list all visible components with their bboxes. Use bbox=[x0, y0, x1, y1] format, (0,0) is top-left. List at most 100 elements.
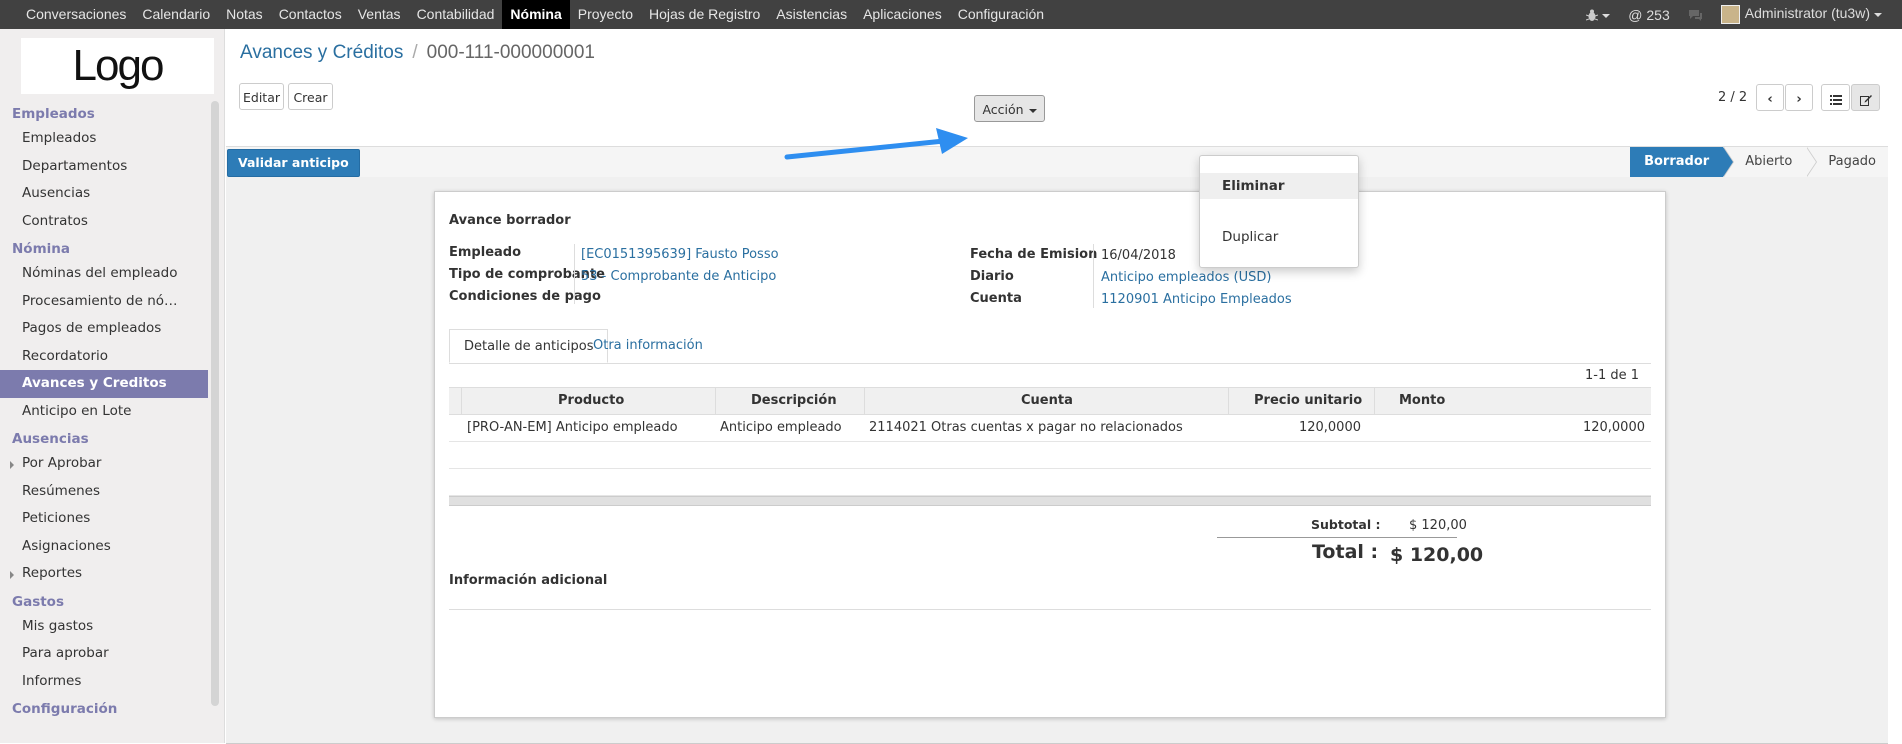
menu-asistencias[interactable]: Asistencias bbox=[768, 0, 855, 29]
chat-icon[interactable] bbox=[1688, 9, 1703, 21]
breadcrumb-current: 000-111-000000001 bbox=[426, 42, 595, 63]
additional-info-label: Información adicional bbox=[449, 573, 608, 588]
menu-configuracion[interactable]: Configuración bbox=[950, 0, 1052, 29]
menu-contabilidad[interactable]: Contabilidad bbox=[409, 0, 503, 29]
stage-borrador[interactable]: Borrador bbox=[1630, 147, 1735, 177]
create-button[interactable]: Crear bbox=[288, 83, 333, 110]
field-diario[interactable]: Anticipo empleados (USD) bbox=[1101, 270, 1271, 285]
sidebar-section-empleados: Empleados bbox=[12, 106, 95, 122]
sidebar-item-reportes[interactable]: Reportes bbox=[0, 560, 208, 588]
menu-conversaciones[interactable]: Conversaciones bbox=[18, 0, 134, 29]
company-logo[interactable]: Logo bbox=[21, 38, 214, 94]
table-footer bbox=[449, 496, 1651, 506]
list-icon bbox=[1829, 94, 1842, 105]
menu-calendario[interactable]: Calendario bbox=[134, 0, 218, 29]
subtotal-value: $ 120,00 bbox=[1409, 518, 1467, 533]
menu-aplicaciones[interactable]: Aplicaciones bbox=[855, 0, 950, 29]
sidebar-item-departamentos[interactable]: Departamentos bbox=[0, 153, 208, 181]
avatar bbox=[1720, 5, 1740, 24]
menu-contactos[interactable]: Contactos bbox=[271, 0, 350, 29]
logo-text: Logo bbox=[72, 41, 165, 90]
tab-otra-informacion[interactable]: Otra información bbox=[579, 329, 717, 363]
field-label-fecha-emision: Fecha de Emision bbox=[970, 247, 1098, 262]
action-dropdown-menu: Eliminar Duplicar bbox=[1199, 155, 1359, 268]
table-header: Producto Descripción Cuenta Precio unita… bbox=[449, 387, 1651, 415]
chevron-left-icon: ‹ bbox=[1767, 92, 1773, 107]
cell-producto: [PRO-AN-EM] Anticipo empleado bbox=[467, 420, 678, 435]
user-menu[interactable]: Administrator (tu3w) bbox=[1720, 5, 1882, 24]
column-header-precio-unitario[interactable]: Precio unitario bbox=[1254, 388, 1362, 414]
column-header-producto[interactable]: Producto bbox=[558, 388, 624, 414]
sidebar-item-procesamiento[interactable]: Procesamiento de nó… bbox=[0, 288, 208, 316]
sidebar-item-nominas-empleado[interactable]: Nóminas del empleado bbox=[0, 260, 208, 288]
cell-descripcion: Anticipo empleado bbox=[720, 420, 842, 435]
top-navbar: Conversaciones Calendario Notas Contacto… bbox=[0, 0, 1902, 29]
menu-item-delete[interactable]: Eliminar bbox=[1200, 173, 1358, 199]
sidebar-item-pagos-empleados[interactable]: Pagos de empleados bbox=[0, 315, 208, 343]
form-title: Avance borrador bbox=[449, 213, 571, 228]
sidebar-item-asignaciones[interactable]: Asignaciones bbox=[0, 533, 208, 561]
list-view-button[interactable] bbox=[1821, 84, 1850, 111]
field-tipo-comprobante[interactable]: 53 - Comprobante de Anticipo bbox=[581, 269, 776, 284]
advance-lines-table: Producto Descripción Cuenta Precio unita… bbox=[449, 387, 1651, 506]
next-record-button[interactable]: › bbox=[1785, 84, 1813, 111]
field-label-cuenta: Cuenta bbox=[970, 291, 1022, 306]
breadcrumb-parent-link[interactable]: Avances y Créditos bbox=[240, 42, 403, 63]
bug-icon bbox=[1586, 9, 1599, 22]
sidebar-item-avances-creditos[interactable]: Avances y Creditos bbox=[0, 370, 208, 398]
column-header-descripcion[interactable]: Descripción bbox=[751, 388, 837, 414]
sidebar-item-anticipo-lote[interactable]: Anticipo en Lote bbox=[0, 398, 208, 426]
sidebar-item-ausencias[interactable]: Ausencias bbox=[0, 180, 208, 208]
sidebar-item-label: Por Aprobar bbox=[22, 455, 102, 471]
debug-menu[interactable] bbox=[1586, 7, 1611, 23]
sidebar: Logo Empleados Empleados Departamentos A… bbox=[0, 29, 225, 743]
menu-notas[interactable]: Notas bbox=[218, 0, 271, 29]
menu-nomina[interactable]: Nómina bbox=[502, 0, 570, 29]
column-divider bbox=[864, 388, 865, 414]
chevron-down-icon bbox=[1602, 13, 1611, 18]
stage-abierto[interactable]: Abierto bbox=[1723, 147, 1818, 177]
pager-counter: 2 / 2 bbox=[1718, 90, 1748, 105]
validate-advance-button[interactable]: Validar anticipo bbox=[227, 149, 360, 177]
previous-record-button[interactable]: ‹ bbox=[1756, 84, 1784, 111]
column-header-monto[interactable]: Monto bbox=[1399, 388, 1445, 414]
menu-ventas[interactable]: Ventas bbox=[350, 0, 409, 29]
sidebar-item-recordatorio[interactable]: Recordatorio bbox=[0, 343, 208, 371]
sidebar-item-mis-gastos[interactable]: Mis gastos bbox=[0, 613, 208, 641]
topbar-right: @ 253 Administrator (tu3w) bbox=[1586, 0, 1882, 29]
notebook-tabs: Detalle de anticipos Otra información bbox=[449, 329, 1651, 364]
sidebar-item-por-aprobar[interactable]: Por Aprobar bbox=[0, 450, 208, 478]
action-dropdown-button[interactable]: Acción bbox=[974, 95, 1045, 122]
stage-indicator: Borrador Abierto Pagado bbox=[1630, 147, 1888, 177]
column-header-cuenta[interactable]: Cuenta bbox=[1021, 388, 1073, 414]
column-divider bbox=[1093, 244, 1094, 308]
menu-proyecto[interactable]: Proyecto bbox=[570, 0, 641, 29]
sidebar-item-empleados[interactable]: Empleados bbox=[0, 125, 208, 153]
menu-hojas-de-registro[interactable]: Hojas de Registro bbox=[641, 0, 768, 29]
stage-label: Borrador bbox=[1644, 154, 1710, 169]
form-view-button[interactable] bbox=[1851, 84, 1880, 111]
menu-item-duplicate[interactable]: Duplicar bbox=[1200, 224, 1358, 250]
sidebar-item-label: Reportes bbox=[22, 565, 83, 581]
stage-pagado[interactable]: Pagado bbox=[1806, 147, 1888, 177]
table-row[interactable]: [PRO-AN-EM] Anticipo empleado Anticipo e… bbox=[449, 415, 1651, 442]
additional-info-field[interactable] bbox=[449, 609, 1651, 610]
sidebar-item-peticiones[interactable]: Peticiones bbox=[0, 505, 208, 533]
sidebar-item-contratos[interactable]: Contratos bbox=[0, 208, 208, 236]
notifications-counter[interactable]: @ 253 bbox=[1628, 7, 1669, 23]
sidebar-item-para-aprobar[interactable]: Para aprobar bbox=[0, 640, 208, 668]
field-fecha-emision[interactable]: 16/04/2018 bbox=[1101, 248, 1176, 263]
user-name: Administrator (tu3w) bbox=[1744, 5, 1870, 22]
edit-button[interactable]: Editar bbox=[239, 83, 284, 110]
total-label: Total : bbox=[1312, 541, 1379, 563]
pointer-arrow-icon bbox=[784, 128, 968, 160]
sidebar-item-informes[interactable]: Informes bbox=[0, 668, 208, 696]
sidebar-scrollbar[interactable] bbox=[211, 101, 219, 706]
subtotal-label: Subtotal : bbox=[1311, 517, 1381, 532]
main-menu: Conversaciones Calendario Notas Contacto… bbox=[18, 0, 1052, 29]
total-value: $ 120,00 bbox=[1390, 544, 1484, 566]
field-cuenta[interactable]: 1120901 Anticipo Empleados bbox=[1101, 292, 1292, 307]
field-empleado[interactable]: [EC0151395639] Fausto Posso bbox=[581, 247, 779, 262]
field-label-empleado: Empleado bbox=[449, 245, 522, 260]
sidebar-item-resumenes[interactable]: Resúmenes bbox=[0, 478, 208, 506]
